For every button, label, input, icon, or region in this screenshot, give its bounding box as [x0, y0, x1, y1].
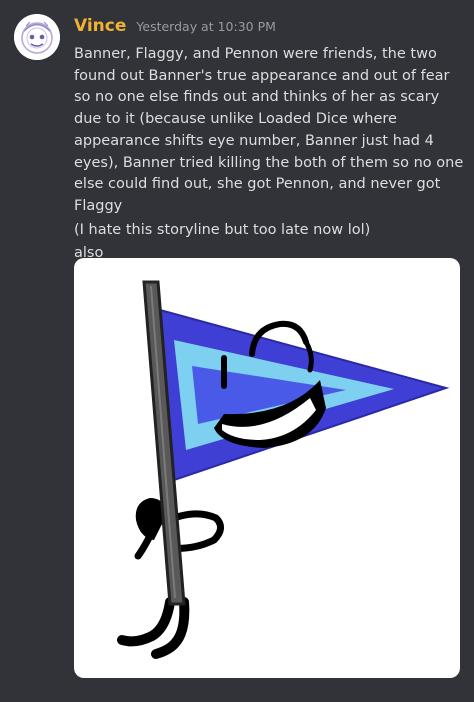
message-paragraph: (I hate this storyline but too late now …	[74, 221, 371, 238]
image-attachment[interactable]	[74, 258, 460, 678]
flag-character-drawing	[117, 280, 450, 659]
message-header: Vince Yesterday at 10:30 PM	[74, 16, 276, 42]
chat-message: Vince Yesterday at 10:30 PM Banner, Flag…	[0, 0, 474, 702]
message-paragraph: Banner, Flaggy, and Pennon were friends,…	[74, 46, 464, 214]
username[interactable]: Vince	[74, 16, 126, 36]
timestamp: Yesterday at 10:30 PM	[136, 19, 276, 34]
user-avatar[interactable]	[14, 14, 60, 60]
avatar-drawing	[14, 14, 60, 60]
message-content: Banner, Flaggy, and Pennon were friends,…	[74, 44, 464, 265]
